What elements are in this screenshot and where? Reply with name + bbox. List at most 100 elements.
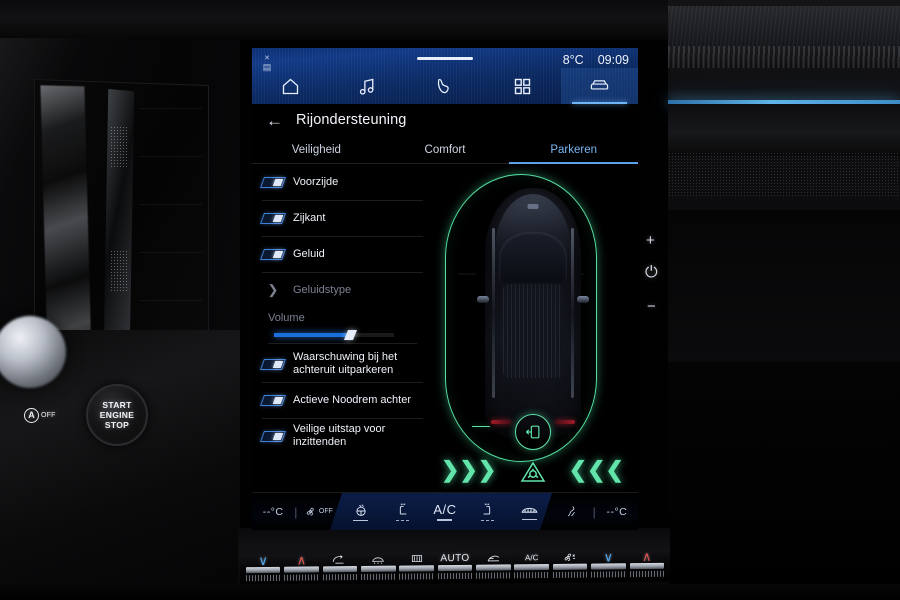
main-nav-bar <box>252 68 638 104</box>
parking-sensor-view[interactable]: ❯❯❯ ❮❮❮ <box>427 164 638 492</box>
nav-item-apps[interactable] <box>484 68 561 104</box>
fan-button-physical[interactable] <box>551 551 589 578</box>
power-button[interactable]: ⏻ <box>645 264 658 282</box>
dashboard-bottom-trim <box>0 584 900 600</box>
setting-row-noodrem-achter[interactable]: Actieve Noodrem achter <box>258 382 427 418</box>
steering-wheel-heat-button[interactable] <box>340 502 382 522</box>
left-dashboard-panel <box>0 38 240 371</box>
chevron-up-icon: ∧ <box>642 548 652 564</box>
toggle-veilige-uitstap[interactable] <box>259 430 287 442</box>
active-underline <box>437 519 453 521</box>
seat-heat-right-button[interactable] <box>466 502 508 522</box>
taillight-right <box>554 420 575 424</box>
rear-defrost-icon <box>521 507 538 513</box>
setting-label: Actieve Noodrem achter <box>293 393 411 406</box>
rear-defrost-button-physical[interactable] <box>397 552 435 580</box>
car-icon <box>590 79 609 90</box>
setting-row-zijkant[interactable]: Zijkant <box>258 200 427 236</box>
recirculation-button[interactable] <box>321 553 359 581</box>
clock: 09:09 <box>597 53 629 67</box>
drag-handle[interactable] <box>417 57 473 60</box>
steering-wheel-heat-icon <box>355 504 366 516</box>
setting-row-geluid[interactable]: Geluid <box>258 236 427 272</box>
auto-start-stop-button[interactable]: A OFF <box>24 404 74 426</box>
setting-label: Geluidstype <box>293 283 352 296</box>
car-interior-scene: A OFF START ENGINE STOP + ⏻ − ✕ ▤ 8°C 09… <box>0 0 900 600</box>
defrost-max-icon <box>370 553 386 565</box>
right-air-vent[interactable] <box>668 210 900 360</box>
driver-temperature[interactable]: --°C <box>252 506 294 518</box>
rear-defrost-button[interactable] <box>508 503 550 521</box>
seat-heat-right-icon <box>483 503 491 515</box>
vent-knurl-lower <box>110 250 128 292</box>
fan-off-label: OFF <box>318 508 333 515</box>
back-button[interactable]: ← <box>266 112 283 129</box>
chevron-right-icon: ❯ <box>267 282 279 297</box>
vehicle-edge-left <box>491 228 495 398</box>
door-open-warning-icon <box>514 414 551 450</box>
temp-down-right-button[interactable]: ∨ <box>589 549 627 578</box>
seat-heat-left-button[interactable] <box>382 502 424 522</box>
nav-item-vehicle[interactable] <box>560 68 638 104</box>
vent-slat <box>140 252 202 253</box>
dashboard-textured-top <box>668 6 900 48</box>
fan-off-indicator: OFF <box>304 505 333 518</box>
zone-tick-left <box>458 273 476 275</box>
auto-label: AUTO <box>440 552 470 564</box>
vent-slat <box>140 108 202 109</box>
setting-row-geluidstype[interactable]: ❯ Geluidstype <box>258 272 427 308</box>
phone-icon <box>437 78 449 93</box>
seat-level-dots <box>480 519 494 522</box>
nav-item-phone[interactable] <box>406 68 483 104</box>
setting-row-veilige-uitstap[interactable]: Veilige uitstap voor inzittenden <box>258 418 427 454</box>
front-defrost-button[interactable] <box>474 551 512 579</box>
airflow-button[interactable] <box>550 504 592 520</box>
tab-parkeren[interactable]: Parkeren <box>509 136 638 164</box>
start-line-3: STOP <box>104 420 130 430</box>
start-line-1: START <box>102 400 132 410</box>
tab-veiligheid[interactable]: Veiligheid <box>252 136 381 164</box>
mirror-left <box>476 296 489 303</box>
defrost-max-button[interactable] <box>359 553 397 580</box>
setting-row-voorzijde[interactable]: Voorzijde <box>258 164 427 200</box>
auto-button[interactable]: AUTO <box>436 552 474 580</box>
chevron-up-icon: ∧ <box>296 552 307 568</box>
temp-up-left-button[interactable]: ∧ <box>282 552 320 581</box>
music-icon <box>360 78 374 95</box>
vent-slat <box>140 300 202 301</box>
setting-row-waarschuwing-achteruit[interactable]: Waarschuwing bij het achteruit uitparker… <box>258 346 427 382</box>
fan-control[interactable]: OFF <box>297 505 339 518</box>
toggle-geluid[interactable] <box>259 248 287 260</box>
chevrons-left: ❯❯❯ <box>441 457 497 482</box>
physical-hvac-button-strip: ∨ ∧ AUTO A/C ∨ ∧ <box>240 548 670 587</box>
grid-icon <box>514 78 530 94</box>
chevron-down-icon: ∨ <box>258 552 268 568</box>
toggle-noodrem-achter[interactable] <box>259 394 287 406</box>
setting-label: Waarschuwing bij het achteruit uitparker… <box>293 351 398 376</box>
ac-max-button[interactable]: A/C <box>513 551 551 579</box>
passenger-temp-value: --°C <box>606 505 628 518</box>
tab-comfort[interactable]: Comfort <box>381 136 510 164</box>
ac-button[interactable]: A/C <box>424 502 466 521</box>
temp-down-left-button[interactable]: ∨ <box>244 552 282 582</box>
toggle-voorzijde[interactable] <box>259 176 287 188</box>
toggle-zijkant[interactable] <box>259 212 287 224</box>
temp-up-right-button[interactable]: ∧ <box>628 548 666 578</box>
start-engine-stop-button[interactable]: START ENGINE STOP <box>86 384 148 446</box>
seat-level-dots <box>396 519 410 522</box>
volume-slider[interactable] <box>274 330 394 340</box>
nav-item-media[interactable] <box>329 68 406 104</box>
vent-slat <box>140 204 202 205</box>
volume-up-button[interactable]: + <box>646 232 655 249</box>
dashboard-band <box>668 104 900 156</box>
vent-knurl-upper <box>110 126 128 168</box>
toggle-waarschuwing-achteruit[interactable] <box>259 358 287 370</box>
volume-down-button[interactable]: − <box>647 298 656 315</box>
nav-item-home[interactable] <box>252 68 329 104</box>
passenger-temperature[interactable]: --°C <box>596 506 638 518</box>
setting-label: Veilige uitstap voor inzittenden <box>293 423 386 448</box>
setting-label: Voorzijde <box>293 175 339 188</box>
page-title: Rijondersteuning <box>296 112 407 128</box>
status-bar-right: 8°C 09:09 <box>563 53 629 67</box>
volume-slider-handle[interactable] <box>343 330 358 340</box>
